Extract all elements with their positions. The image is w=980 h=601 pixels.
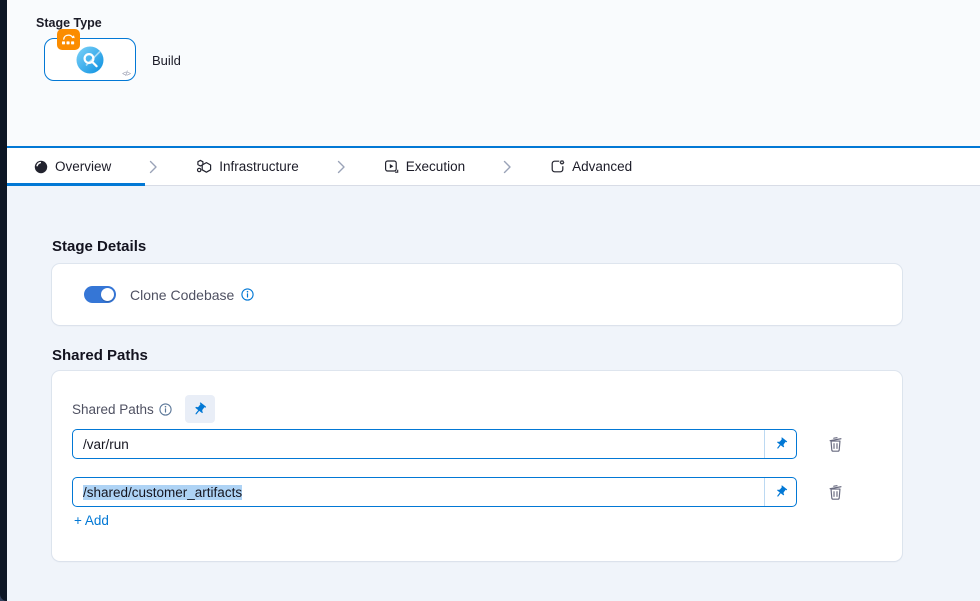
info-icon[interactable] xyxy=(241,288,254,301)
overview-icon xyxy=(34,160,48,174)
chevron-right-icon xyxy=(503,160,512,174)
clone-codebase-label: Clone Codebase xyxy=(130,287,234,303)
build-stage-card[interactable]: </> xyxy=(44,38,136,81)
stage-details-card: Clone Codebase xyxy=(52,264,902,325)
stage-type-value: Build xyxy=(152,53,181,68)
stage-details-heading: Stage Details xyxy=(52,238,146,255)
tab-execution-label: Execution xyxy=(406,159,465,174)
pin-icon xyxy=(771,482,791,502)
tab-infrastructure[interactable]: Infrastructure xyxy=(196,159,299,174)
tab-infrastructure-label: Infrastructure xyxy=(219,159,299,174)
shared-path-input[interactable]: /shared/customer_artifacts xyxy=(72,477,797,507)
chevron-right-icon xyxy=(337,160,346,174)
code-glyph: </> xyxy=(122,69,130,78)
selected-text: /shared/customer_artifacts xyxy=(83,485,242,500)
pin-icon xyxy=(771,434,791,454)
pin-all-button[interactable] xyxy=(185,395,215,423)
pin-toggle[interactable] xyxy=(764,478,796,506)
pin-toggle[interactable] xyxy=(764,430,796,458)
tab-overview[interactable]: Overview xyxy=(34,159,111,174)
toggle-knob xyxy=(101,288,114,301)
tab-execution[interactable]: Execution xyxy=(384,159,465,174)
tab-advanced-label: Advanced xyxy=(572,159,632,174)
overview-tab-content: Stage Details Clone Codebase Shared Path… xyxy=(7,187,980,601)
stage-type-panel: Stage Type xyxy=(7,0,980,146)
build-ci-icon xyxy=(75,45,105,75)
clone-codebase-toggle[interactable] xyxy=(84,286,116,303)
advanced-icon xyxy=(550,159,565,174)
path-value: /var/run xyxy=(73,437,764,452)
tab-advanced[interactable]: Advanced xyxy=(550,159,632,174)
pin-icon xyxy=(189,398,210,419)
path-value: /shared/customer_artifacts xyxy=(73,485,764,500)
active-tab-underline xyxy=(7,183,145,186)
info-icon[interactable] xyxy=(159,403,172,416)
stage-config-tabbar: Overview Infrastructure Execution xyxy=(7,148,980,186)
delete-path-button[interactable] xyxy=(827,484,844,501)
shared-path-row: /shared/customer_artifacts xyxy=(72,477,844,507)
shared-path-row: /var/run xyxy=(72,429,844,459)
execution-icon xyxy=(384,159,399,174)
delete-path-button[interactable] xyxy=(827,436,844,453)
left-dark-rail xyxy=(0,0,7,601)
infrastructure-icon xyxy=(196,159,212,174)
shared-paths-card: Shared Paths /var/run xyxy=(52,371,902,561)
tab-overview-label: Overview xyxy=(55,159,111,174)
shared-path-input[interactable]: /var/run xyxy=(72,429,797,459)
add-path-button[interactable]: + Add xyxy=(74,513,109,528)
shared-paths-field-label: Shared Paths xyxy=(72,402,154,417)
shared-paths-label-row: Shared Paths xyxy=(72,395,215,423)
stage-type-label: Stage Type xyxy=(36,16,102,30)
chevron-right-icon xyxy=(149,160,158,174)
shared-paths-heading: Shared Paths xyxy=(52,347,148,364)
